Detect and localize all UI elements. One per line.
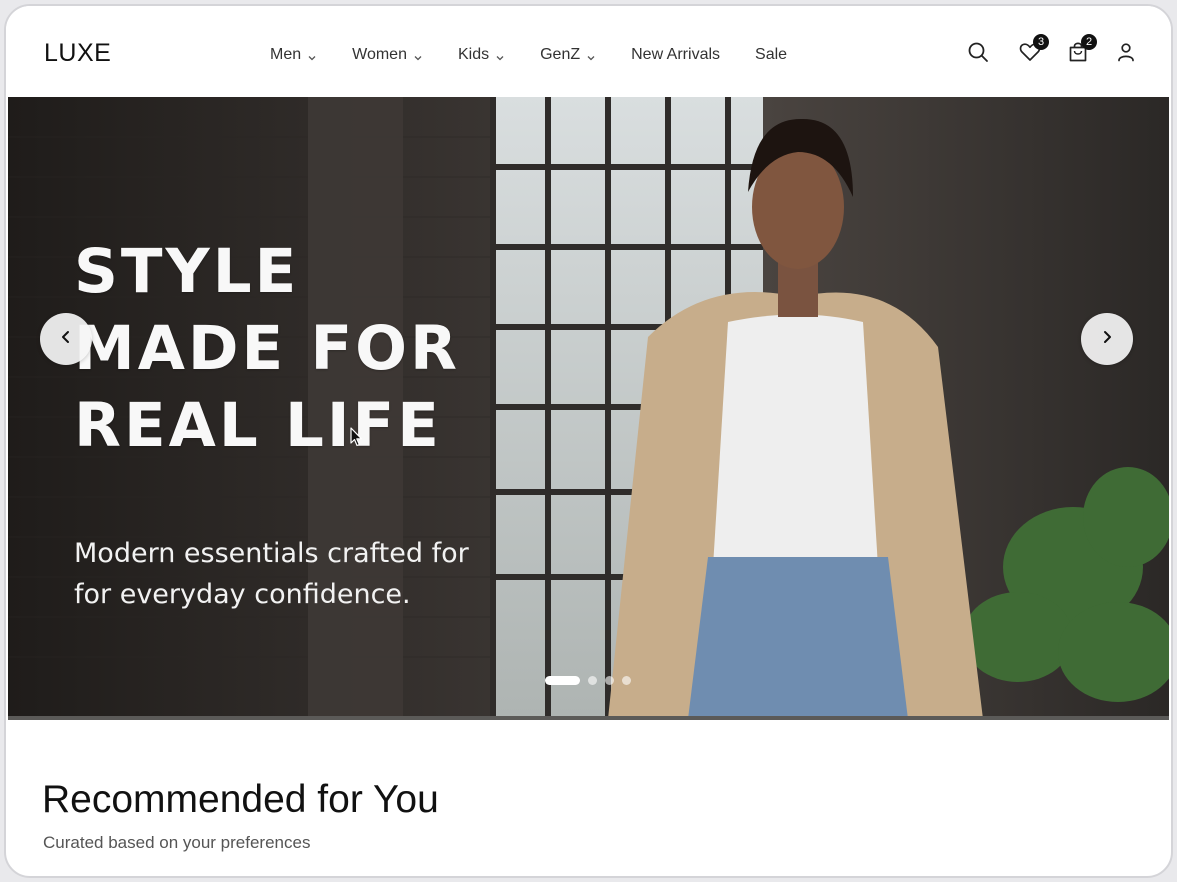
search-icon <box>967 41 989 68</box>
section-subtitle: Curated based on your preferences <box>43 833 311 852</box>
nav-item-label: Kids <box>457 46 490 63</box>
nav-item-label: Men <box>270 46 302 63</box>
nav-item-label: GenZ <box>540 46 581 63</box>
cart-button[interactable]: 2 <box>1065 34 1097 67</box>
hero-title: STYLE MADE FOR REAL LIFE <box>74 236 460 461</box>
hero-carousel: STYLE MADE FOR REAL LIFE Modern essentia… <box>8 97 1169 719</box>
nav-item-label: Women <box>352 46 407 63</box>
cart-count-badge: 2 <box>1081 34 1097 50</box>
section-title: Recommended for You <box>42 778 439 821</box>
carousel-progress-bar <box>8 716 1169 720</box>
wishlist-count-badge: 3 <box>1033 34 1049 50</box>
chevron-right-icon <box>1100 330 1114 349</box>
chevron-down-icon <box>495 50 505 61</box>
nav-item-label: New Arrivals <box>631 46 721 63</box>
nav-item-label: Sale <box>755 46 788 63</box>
carousel-dot-2[interactable] <box>588 676 597 685</box>
carousel-dot-1[interactable] <box>545 676 580 685</box>
nav-item-genz[interactable]: GenZ <box>540 46 596 64</box>
browser-frame: LUXE Men Women Kids GenZ New Arrivals Sa… <box>4 4 1173 878</box>
carousel-prev-button[interactable] <box>40 313 92 365</box>
account-button[interactable] <box>1113 41 1139 67</box>
carousel-dot-3[interactable] <box>605 676 614 685</box>
carousel-next-button[interactable] <box>1081 313 1133 365</box>
search-button[interactable] <box>965 41 991 67</box>
site-header: LUXE Men Women Kids GenZ New Arrivals Sa… <box>6 6 1171 98</box>
chevron-down-icon <box>586 50 596 61</box>
main-nav: Men Women Kids GenZ New Arrivals Sale <box>270 44 822 66</box>
carousel-dot-4[interactable] <box>622 676 631 685</box>
chevron-down-icon <box>413 50 423 61</box>
user-icon <box>1116 42 1136 67</box>
mouse-cursor-icon <box>350 427 364 452</box>
chevron-left-icon <box>59 330 73 349</box>
nav-item-men[interactable]: Men <box>270 46 317 64</box>
nav-item-kids[interactable]: Kids <box>458 46 505 64</box>
hero-subtitle: Modern essentials crafted for for everyd… <box>74 538 469 610</box>
nav-item-new-arrivals[interactable]: New Arrivals <box>631 46 720 64</box>
nav-item-sale[interactable]: Sale <box>755 46 787 64</box>
carousel-indicators <box>545 676 639 685</box>
nav-item-women[interactable]: Women <box>352 46 423 64</box>
site-logo[interactable]: LUXE <box>44 39 111 68</box>
wishlist-button[interactable]: 3 <box>1017 34 1049 67</box>
chevron-down-icon <box>307 50 317 61</box>
